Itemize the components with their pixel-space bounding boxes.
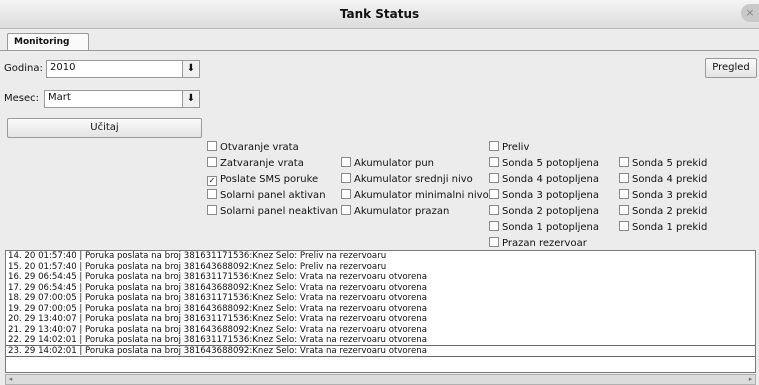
message-log-list[interactable]: 14. 20 01:57:40 | Poruka poslata na broj…	[5, 250, 756, 373]
checkbox-label: Sonda 5 prekid	[632, 158, 708, 169]
checkbox-item[interactable]: Sonda 4 prekid	[619, 173, 707, 187]
pregled-button[interactable]: Pregled	[705, 58, 757, 78]
checkbox-item[interactable]: Preliv	[489, 141, 529, 155]
checkbox-icon[interactable]	[207, 189, 217, 199]
checkbox-item[interactable]: Sonda 1 potopljena	[489, 221, 599, 235]
checkbox-icon[interactable]	[341, 173, 351, 183]
log-row[interactable]: 20. 29 13:40:07 | Poruka poslata na broj…	[6, 314, 755, 325]
log-row[interactable]: 17. 29 06:54:45 | Poruka poslata na broj…	[6, 283, 755, 294]
close-icon[interactable]: ×	[741, 4, 759, 22]
checkbox-icon[interactable]	[207, 141, 217, 151]
scroll-right-icon[interactable]: ▸	[746, 375, 755, 384]
checkbox-item[interactable]: Akumulator prazan	[341, 205, 449, 219]
checkbox-label: Sonda 4 prekid	[632, 174, 708, 185]
checkbox-item[interactable]: Sonda 5 potopljena	[489, 157, 599, 171]
checkbox-icon[interactable]	[619, 205, 629, 215]
mesec-value: Mart	[48, 92, 71, 103]
checkbox-item[interactable]: Sonda 5 prekid	[619, 157, 707, 171]
checkbox-icon[interactable]	[207, 205, 217, 215]
checkbox-item[interactable]: Sonda 2 potopljena	[489, 205, 599, 219]
checkbox-icon[interactable]	[341, 205, 351, 215]
log-row[interactable]: 22. 29 14:02:01 | Poruka poslata na broj…	[6, 335, 755, 346]
checkbox-item[interactable]: Zatvaranje vrata	[207, 157, 304, 171]
checkbox-icon[interactable]	[489, 237, 499, 247]
checkbox-icon[interactable]	[619, 189, 629, 199]
checkbox-icon[interactable]	[619, 157, 629, 167]
checkbox-item[interactable]: Solarni panel neaktivan	[207, 205, 338, 219]
checkbox-item[interactable]: Akumulator minimalni nivo	[341, 189, 489, 203]
arrow-down-icon[interactable]: ⬇	[182, 91, 199, 107]
checkbox-icon[interactable]	[341, 157, 351, 167]
arrow-down-icon[interactable]: ⬇	[182, 61, 199, 77]
checkbox-icon[interactable]	[341, 189, 351, 199]
checkbox-item[interactable]: Akumulator pun	[341, 157, 434, 171]
tab-monitoring[interactable]: Monitoring	[7, 33, 89, 51]
checkbox-item[interactable]: Sonda 2 prekid	[619, 205, 707, 219]
checkbox-item[interactable]: Sonda 3 prekid	[619, 189, 707, 203]
checkbox-label: Poslate SMS poruke	[220, 174, 319, 185]
checkbox-label: Sonda 3 potopljena	[502, 190, 600, 201]
log-row[interactable]: 21. 29 13:40:07 | Poruka poslata na broj…	[6, 325, 755, 336]
checkbox-label: Zatvaranje vrata	[220, 158, 304, 169]
checkbox-icon[interactable]	[489, 157, 499, 167]
checkbox-icon[interactable]	[489, 173, 499, 183]
checkbox-label: Sonda 2 prekid	[632, 206, 708, 217]
window-title: Tank Status	[339, 7, 420, 21]
checkbox-label: Sonda 1 prekid	[632, 222, 708, 233]
checkbox-icon[interactable]	[489, 205, 499, 215]
checkbox-icon[interactable]	[619, 221, 629, 231]
checkbox-label: Sonda 4 potopljena	[502, 174, 600, 185]
tab-panel-border	[0, 50, 759, 51]
checkbox-icon[interactable]	[489, 221, 499, 231]
log-row[interactable]: 14. 20 01:57:40 | Poruka poslata na broj…	[6, 251, 755, 262]
checkbox-item[interactable]: Prazan rezervoar	[489, 237, 587, 251]
checkbox-label: Akumulator minimalni nivo	[354, 190, 489, 201]
checkbox-label: Sonda 2 potopljena	[502, 206, 600, 217]
log-row[interactable]: 23. 29 14:02:01 | Poruka poslata na broj…	[6, 344, 755, 357]
title-bar: Tank Status ×	[0, 0, 759, 29]
checkbox-label: Sonda 1 potopljena	[502, 222, 600, 233]
checkbox-label: Prazan rezervoar	[502, 238, 587, 249]
log-row[interactable]: 16. 29 06:54:45 | Poruka poslata na broj…	[6, 272, 755, 283]
godina-select[interactable]: 2010 ⬇	[46, 60, 200, 78]
scroll-left-icon[interactable]: ◂	[6, 375, 15, 384]
checkbox-checked-icon[interactable]: ✓	[207, 176, 217, 186]
checkbox-icon[interactable]	[619, 173, 629, 183]
checkbox-label: Akumulator pun	[354, 158, 434, 169]
log-row[interactable]: 15. 20 01:57:40 | Poruka poslata na broj…	[6, 262, 755, 273]
checkbox-item[interactable]: Sonda 4 potopljena	[489, 173, 599, 187]
checkbox-label: Sonda 5 potopljena	[502, 158, 600, 169]
checkbox-label: Otvaranje vrata	[220, 142, 299, 153]
checkbox-label: Solarni panel neaktivan	[220, 206, 339, 217]
godina-label: Godina:	[4, 63, 43, 74]
checkbox-icon[interactable]	[489, 189, 499, 199]
ucitaj-button[interactable]: Učitaj	[7, 118, 202, 138]
checkbox-label: Akumulator prazan	[354, 206, 450, 217]
checkbox-label: Solarni panel aktivan	[220, 190, 326, 201]
godina-value: 2010	[50, 62, 76, 73]
checkbox-icon[interactable]	[207, 157, 217, 167]
checkbox-icon[interactable]	[489, 141, 499, 151]
checkbox-item[interactable]: ✓ Poslate SMS poruke	[207, 173, 318, 187]
checkbox-item[interactable]: Sonda 1 prekid	[619, 221, 707, 235]
checkbox-item[interactable]: Otvaranje vrata	[207, 141, 299, 155]
checkbox-label: Sonda 3 prekid	[632, 190, 708, 201]
log-row[interactable]: 18. 29 07:00:05 | Poruka poslata na broj…	[6, 293, 755, 304]
log-row[interactable]: 19. 29 07:00:05 | Poruka poslata na broj…	[6, 304, 755, 315]
horizontal-scrollbar[interactable]: ◂ ▸	[5, 374, 756, 385]
checkbox-item[interactable]: Akumulator srednji nivo	[341, 173, 473, 187]
checkbox-item[interactable]: Sonda 3 potopljena	[489, 189, 599, 203]
mesec-select[interactable]: Mart ⬇	[44, 90, 200, 108]
checkbox-label: Akumulator srednji nivo	[354, 174, 473, 185]
checkbox-item[interactable]: Solarni panel aktivan	[207, 189, 326, 203]
checkbox-label: Preliv	[502, 142, 530, 153]
mesec-label: Mesec:	[4, 93, 40, 104]
